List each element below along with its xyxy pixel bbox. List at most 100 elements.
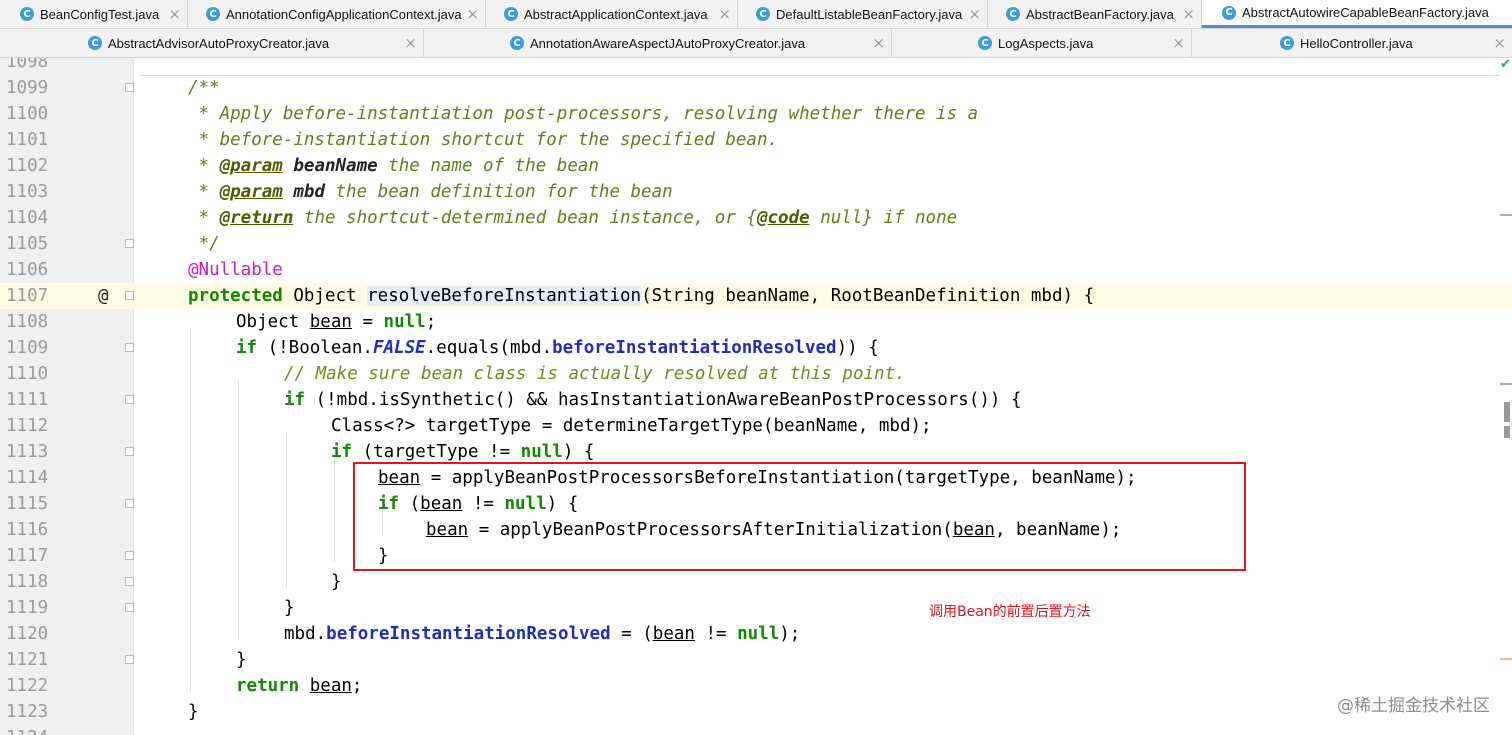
- code-line: 1123 }: [0, 699, 1512, 725]
- line-number: 1101: [6, 130, 49, 150]
- tab-annotation-aware-aspectj-auto-proxy-creator[interactable]: C AnnotationAwareAspectJAutoProxyCreator…: [424, 29, 892, 57]
- javadoc-text: * @return the shortcut-determined bean i…: [188, 208, 958, 228]
- local-variable: bean: [652, 624, 695, 644]
- fold-toggle-icon[interactable]: [125, 499, 134, 508]
- code-text: }: [284, 598, 295, 618]
- tab-label: AbstractAdvisorAutoProxyCreator.java: [108, 35, 330, 51]
- tab-abstract-bean-factory[interactable]: C AbstractBeanFactory.java ×: [988, 0, 1202, 28]
- code-text: Object: [236, 312, 310, 332]
- code-line: 1109 if (!Boolean.FALSE.equals(mbd.befor…: [0, 335, 1512, 361]
- code-text: (!mbd.isSynthetic() && hasInstantiationA…: [305, 390, 1022, 410]
- close-icon[interactable]: ×: [404, 34, 417, 52]
- annotation-note: 调用Bean的前置后置方法: [929, 604, 1091, 620]
- scroll-marker: [1500, 214, 1512, 216]
- fold-toggle-icon[interactable]: [125, 343, 134, 352]
- line-number: 1119: [6, 598, 49, 618]
- line-number: 1102: [6, 156, 49, 176]
- javadoc-text: null} if none: [809, 208, 958, 228]
- tab-log-aspects[interactable]: C LogAspects.java ×: [892, 29, 1192, 57]
- line-number: 1098: [6, 58, 49, 72]
- code-text: );: [779, 624, 801, 644]
- class-icon: C: [1222, 5, 1236, 20]
- class-icon: C: [510, 36, 524, 50]
- line-number: 1104: [6, 208, 49, 228]
- tab-hello-controller[interactable]: C HelloController.java ×: [1192, 29, 1512, 57]
- fold-toggle-icon[interactable]: [125, 83, 134, 92]
- override-marker-icon[interactable]: @: [98, 283, 109, 309]
- javadoc-param-name: beanName: [293, 156, 378, 176]
- close-icon[interactable]: ×: [1172, 34, 1185, 52]
- fold-toggle-icon[interactable]: [125, 551, 134, 560]
- fold-toggle-icon[interactable]: [125, 603, 134, 612]
- field: beforeInstantiationResolved: [552, 338, 837, 358]
- close-icon[interactable]: ×: [1493, 34, 1506, 52]
- scrollbar-thumb[interactable]: [1504, 402, 1510, 422]
- tab-bean-config-test[interactable]: C BeanConfigTest.java ×: [0, 0, 188, 28]
- close-icon[interactable]: ×: [872, 34, 885, 52]
- fold-toggle-icon[interactable]: [125, 291, 134, 300]
- code-line: 1118 }: [0, 569, 1512, 595]
- javadoc-text: * Apply before-instantiation post-proces…: [188, 104, 979, 124]
- code-line: 1119 }: [0, 595, 1512, 621]
- code-line: 1120 mbd.beforeInstantiationResolved = (…: [0, 621, 1512, 647]
- javadoc-text: the bean definition for the bean: [324, 182, 673, 202]
- code-text: (String beanName, RootBeanDefinition mbd…: [641, 286, 1095, 306]
- close-icon[interactable]: ×: [718, 5, 731, 23]
- code-line-current: 1107 @ protected Object resolveBeforeIns…: [0, 283, 1512, 309]
- class-icon: C: [206, 7, 220, 21]
- fold-toggle-icon[interactable]: [125, 395, 134, 404]
- code-line: 1104 * @return the shortcut-determined b…: [0, 205, 1512, 231]
- line-number: 1105: [6, 234, 49, 254]
- class-icon: C: [756, 7, 770, 21]
- fold-toggle-icon[interactable]: [125, 239, 134, 248]
- line-number: 1116: [6, 520, 49, 540]
- keyword: null: [737, 624, 780, 644]
- fold-toggle-icon[interactable]: [125, 447, 134, 456]
- tab-default-listable-bean-factory[interactable]: C DefaultListableBeanFactory.java ×: [738, 0, 988, 28]
- code-text: }: [331, 572, 342, 592]
- line-number: 1124: [6, 725, 50, 735]
- line-number: 1115: [6, 494, 49, 514]
- line-number: 1099: [6, 78, 49, 98]
- fold-toggle-icon[interactable]: [125, 655, 134, 664]
- tab-label: AnnotationConfigApplicationContext.java: [226, 6, 462, 22]
- scroll-marker: [1500, 383, 1512, 385]
- fold-toggle-icon[interactable]: [125, 577, 134, 586]
- code-line: 1111 if (!mbd.isSynthetic() && hasInstan…: [0, 387, 1512, 413]
- line-number: 1117: [6, 546, 49, 566]
- code-text: if (!Boolean.FALSE.equals(mbd.beforeInst…: [236, 335, 879, 361]
- javadoc-tag: @return: [219, 208, 294, 228]
- line-number: 1106: [6, 260, 49, 280]
- keyword: null: [520, 442, 563, 462]
- code-text: = (: [610, 624, 653, 644]
- annotation-nullable: @Nullable: [188, 260, 283, 280]
- code-text: mbd.: [284, 624, 327, 644]
- tab-abstract-application-context[interactable]: C AbstractApplicationContext.java ×: [486, 0, 738, 28]
- line-number: 1110: [6, 364, 49, 384]
- javadoc-param-name: mbd: [293, 182, 325, 202]
- close-icon[interactable]: ×: [466, 5, 479, 23]
- line-number: 1103: [6, 182, 49, 202]
- tab-abstract-advisor-auto-proxy-creator[interactable]: C AbstractAdvisorAutoProxyCreator.java ×: [0, 29, 424, 57]
- code-text: }: [236, 650, 247, 670]
- javadoc-text: * before-instantiation shortcut for the …: [188, 130, 779, 150]
- line-number: 1113: [6, 442, 49, 462]
- class-icon: C: [20, 7, 34, 21]
- code-editor[interactable]: ✔ 1098 1099 /** 1100 * Apply before-inst…: [0, 58, 1512, 735]
- line-number: 1121: [6, 650, 49, 670]
- code-line: 1100 * Apply before-instantiation post-p…: [0, 101, 1512, 127]
- code-line: 1108 Object bean = null;: [0, 309, 1512, 335]
- code-line: 1098: [0, 58, 1512, 75]
- close-icon[interactable]: ×: [1182, 5, 1195, 23]
- code-line: 1101 * before-instantiation shortcut for…: [0, 127, 1512, 153]
- javadoc-tag: @code: [756, 208, 810, 228]
- tab-abstract-autowire-capable-bean-factory[interactable]: C AbstractAutowireCapableBeanFactory.jav…: [1202, 0, 1512, 28]
- tab-annotation-config-application-context[interactable]: C AnnotationConfigApplicationContext.jav…: [188, 0, 486, 28]
- close-icon[interactable]: ×: [968, 5, 981, 23]
- close-icon[interactable]: ×: [168, 5, 181, 23]
- code-text: Object: [282, 286, 368, 306]
- class-icon: C: [978, 36, 992, 50]
- line-number: 1120: [6, 624, 49, 644]
- watermark: @稀土掘金技术社区: [1337, 696, 1490, 716]
- tab-label: LogAspects.java: [998, 35, 1094, 51]
